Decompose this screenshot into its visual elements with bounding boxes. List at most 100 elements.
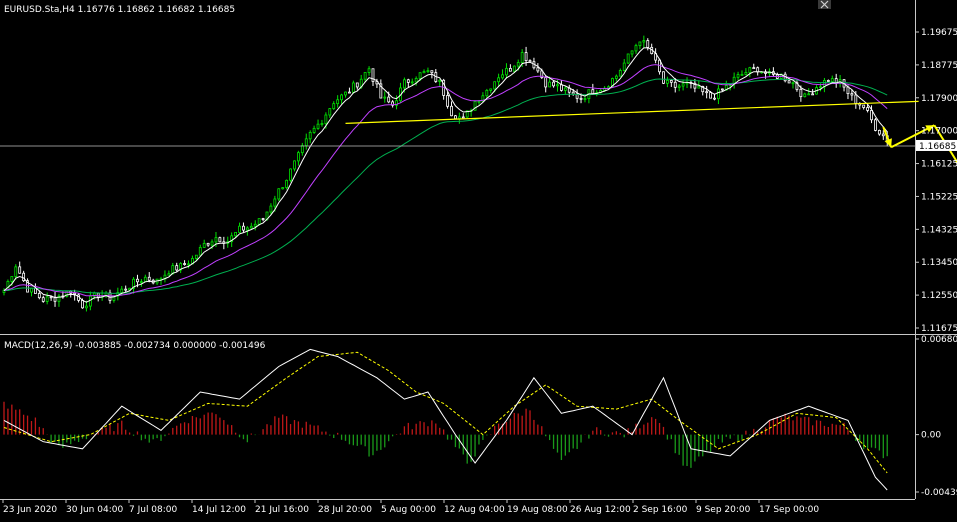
candle-body bbox=[638, 41, 642, 47]
candle-body bbox=[336, 99, 340, 105]
candle-body bbox=[14, 266, 18, 277]
candle-body bbox=[167, 273, 171, 276]
candle-body bbox=[677, 85, 681, 88]
candle-body bbox=[383, 96, 387, 99]
candle-body bbox=[41, 297, 45, 302]
candle-body bbox=[277, 188, 281, 200]
candle-body bbox=[34, 287, 37, 294]
candle-body bbox=[37, 293, 41, 299]
candle-body bbox=[744, 72, 748, 75]
candle-body bbox=[536, 67, 540, 72]
candle-body bbox=[147, 276, 151, 281]
candle-body bbox=[787, 80, 791, 84]
current-price-tag: 1.16685 bbox=[916, 139, 957, 152]
candle[interactable] bbox=[626, 53, 630, 65]
candle[interactable] bbox=[289, 168, 292, 183]
candle-body bbox=[363, 72, 367, 80]
candle-body bbox=[187, 263, 190, 266]
candle-body bbox=[430, 70, 434, 74]
candle-body bbox=[811, 93, 815, 96]
candle-body bbox=[807, 93, 811, 96]
time-tick-label: 17 Sep 00:00 bbox=[759, 505, 819, 515]
candle-body bbox=[344, 91, 347, 96]
candle[interactable] bbox=[218, 236, 222, 243]
candle-body bbox=[30, 287, 33, 293]
candle-body bbox=[454, 115, 457, 120]
candle-body bbox=[713, 97, 716, 100]
candle-body bbox=[410, 81, 414, 84]
candle[interactable] bbox=[874, 118, 877, 132]
candle-body bbox=[289, 168, 292, 181]
candle-body bbox=[830, 78, 834, 82]
candle-body bbox=[673, 81, 677, 88]
close-icon[interactable] bbox=[818, 0, 831, 9]
candle-body bbox=[669, 80, 673, 83]
price-tick-label: 1.12550 bbox=[921, 291, 957, 301]
candle-body bbox=[281, 187, 285, 190]
candle-body bbox=[791, 82, 795, 85]
candle-body bbox=[304, 138, 308, 147]
candle-body bbox=[136, 278, 139, 283]
candle-body bbox=[418, 72, 422, 79]
price-tick-label: 1.18775 bbox=[921, 61, 957, 71]
price-tick-label: 1.15225 bbox=[921, 192, 957, 202]
candle-body bbox=[501, 74, 504, 79]
macd-tick-label: -0.004394 bbox=[921, 488, 957, 498]
candle-body bbox=[206, 242, 210, 246]
candle-body bbox=[850, 93, 854, 96]
time-tick-label: 14 Jul 12:00 bbox=[192, 505, 246, 515]
candle-body bbox=[332, 103, 336, 110]
candle-body bbox=[22, 272, 26, 282]
macd-title: MACD(12,26,9) -0.003885 -0.002734 0.0000… bbox=[4, 341, 266, 351]
candle-body bbox=[210, 241, 214, 246]
candle-body bbox=[552, 81, 555, 87]
candle[interactable] bbox=[662, 71, 665, 85]
candle-body bbox=[646, 40, 650, 48]
time-tick-label: 2 Sep 16:00 bbox=[633, 505, 688, 515]
candle-body bbox=[618, 70, 622, 77]
candle-body bbox=[234, 231, 238, 237]
time-tick-label: 19 Aug 08:00 bbox=[507, 505, 568, 515]
candle-body bbox=[748, 67, 752, 73]
candle-body bbox=[854, 94, 858, 104]
chart-canvas[interactable]: 1.19675 1.18775 1.17900 1.17000 1.16125 1.152… bbox=[0, 0, 957, 518]
candle-body bbox=[681, 83, 685, 87]
candle-body bbox=[198, 247, 202, 256]
candle-body bbox=[803, 93, 807, 98]
candle-body bbox=[497, 77, 501, 83]
candle-body bbox=[214, 237, 218, 243]
candle-body bbox=[269, 205, 273, 213]
candle-body bbox=[355, 82, 359, 88]
candle-body bbox=[560, 84, 563, 91]
candle-body bbox=[563, 87, 567, 91]
candle-body bbox=[238, 225, 241, 233]
time-tick-label: 21 Jul 16:00 bbox=[255, 505, 309, 515]
candle[interactable] bbox=[351, 80, 355, 94]
candle[interactable] bbox=[65, 290, 69, 298]
candle-body bbox=[505, 67, 508, 76]
candle-body bbox=[579, 97, 583, 100]
candle-body bbox=[697, 85, 701, 89]
candle-body bbox=[273, 198, 277, 207]
candle-body bbox=[402, 79, 406, 89]
candle-body bbox=[528, 60, 532, 63]
candle-body bbox=[348, 91, 351, 94]
candle-body bbox=[736, 74, 740, 78]
candle-body bbox=[642, 40, 646, 43]
candle-body bbox=[846, 86, 850, 95]
time-tick-label: 12 Aug 04:00 bbox=[444, 505, 505, 515]
candle-body bbox=[253, 223, 257, 227]
price-tick-label: 1.17000 bbox=[921, 127, 957, 137]
candle-body bbox=[285, 179, 289, 188]
candle[interactable] bbox=[277, 188, 281, 202]
candle[interactable] bbox=[454, 114, 457, 120]
candle-body bbox=[143, 276, 147, 283]
candle-body bbox=[242, 225, 245, 231]
time-tick-label: 9 Sep 20:00 bbox=[696, 505, 751, 515]
macd-tick-label: 0.006805 bbox=[921, 335, 957, 345]
candle-body bbox=[426, 70, 430, 73]
chart-window[interactable]: 1.19675 1.18775 1.17900 1.17000 1.16125 1.152… bbox=[0, 0, 957, 518]
candle-body bbox=[512, 65, 516, 72]
candle-body bbox=[175, 265, 179, 271]
candle-body bbox=[630, 50, 634, 55]
